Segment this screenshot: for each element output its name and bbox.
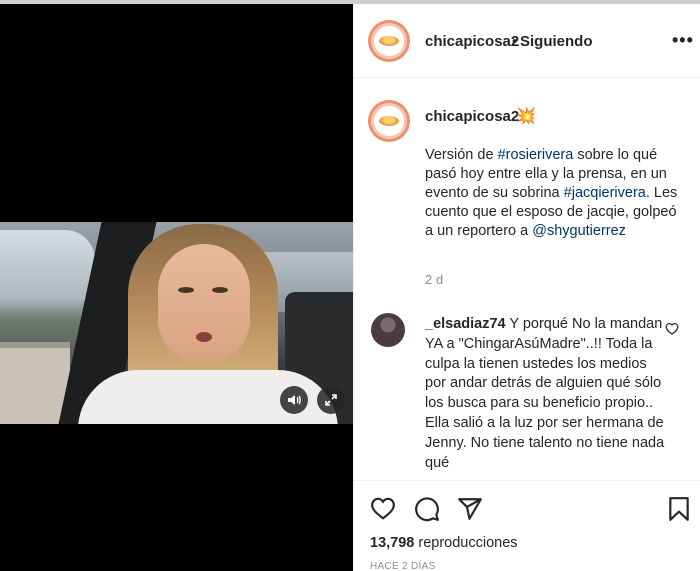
comment-like-icon[interactable] [665,322,679,335]
person-mouth [196,332,212,342]
caption-timestamp[interactable]: 2 d [425,272,443,287]
views-label: reproducciones [418,535,518,551]
header-separator: • [512,33,518,50]
bookmark-icon[interactable] [668,496,690,522]
fullscreen-button[interactable] [317,386,345,414]
comment-item: _elsadiaz74 Y porqué No la mandan YA a "… [425,315,665,481]
author-username[interactable]: chicapicosa2 [425,33,519,50]
sound-icon [288,395,301,405]
person-eye-right [212,287,228,293]
following-button[interactable]: Siguiendo [520,33,593,50]
caption-text-part: Versión de [425,147,498,163]
post-header: chicapicosa2 • Siguiendo ••• [354,4,700,78]
car-door [0,342,70,424]
comment-text: Y porqué No la mandan YA a "ChingarAsúMa… [425,316,665,471]
sound-button[interactable] [280,386,308,414]
collision-emoji: 💥 [516,108,536,125]
caption-avatar[interactable] [368,100,410,142]
commenter-avatar[interactable] [371,313,405,347]
mention-link[interactable]: @shygutierrez [532,223,626,239]
more-options-icon[interactable]: ••• [672,30,694,51]
post-media[interactable] [0,4,353,571]
heart-icon[interactable] [370,496,396,520]
views-count[interactable]: 13,798 reproducciones [370,535,518,551]
post-date: HACE 2 DÍAS [370,561,436,571]
post-panel: chicapicosa2 • Siguiendo ••• chicapicosa… [353,4,700,571]
views-number: 13,798 [370,535,415,551]
hashtag-link[interactable]: #rosierivera [498,147,574,163]
share-icon[interactable] [457,496,483,522]
person-eye-left [178,287,194,293]
commenter-username[interactable]: _elsadiaz74 [425,316,506,332]
caption-username[interactable]: chicapicosa2 [425,108,519,125]
fullscreen-icon [325,394,337,406]
comment-icon[interactable] [414,496,440,522]
action-bar: 13,798 reproducciones HACE 2 DÍAS [354,480,700,571]
author-avatar[interactable] [368,20,410,62]
person-face [158,244,250,362]
hashtag-link[interactable]: #jacqierivera [564,185,646,201]
caption-text: Versión de #rosierivera sobre lo qué pas… [425,146,687,241]
